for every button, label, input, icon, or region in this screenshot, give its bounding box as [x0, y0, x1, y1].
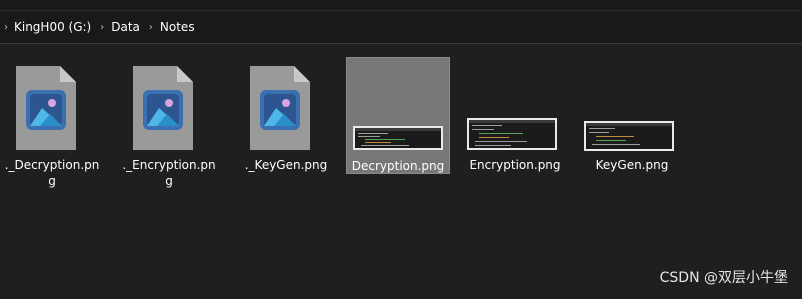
breadcrumb-item-drive[interactable]: KingH00 (G:): [12, 20, 95, 34]
file-item-decryption[interactable]: Decryption.png: [346, 57, 450, 174]
file-name-label: Decryption.png: [347, 158, 449, 174]
file-name-line: g: [48, 174, 56, 188]
file-name-label: ._KeyGen.png: [234, 157, 338, 173]
file-name-label: KeyGen.png: [580, 157, 684, 173]
title-strip: [0, 0, 802, 10]
file-item-keygen[interactable]: KeyGen.png: [580, 57, 684, 174]
image-thumbnail: [584, 121, 674, 151]
chevron-right-icon[interactable]: ›: [95, 22, 109, 33]
file-name-line: Decryption.png: [351, 159, 445, 173]
file-item-keygen-resource[interactable]: ._KeyGen.png: [234, 57, 338, 174]
file-name-line: KeyGen.png: [595, 158, 669, 172]
watermark: CSDN @双层小牛堡: [659, 270, 788, 286]
file-name-line: ._Decryption.pn: [4, 158, 100, 172]
file-name-line: ._Encryption.pn: [122, 158, 216, 172]
image-thumbnail: [353, 126, 443, 150]
file-item-encryption[interactable]: Encryption.png: [463, 57, 567, 174]
image-file-icon: [133, 66, 193, 150]
image-file-icon: [250, 66, 310, 150]
file-name-line: ._KeyGen.png: [244, 158, 328, 172]
breadcrumb: › KingH00 (G:) › Data › Notes: [0, 10, 802, 44]
file-item-decryption-resource[interactable]: ._Decryption.pn g: [0, 57, 104, 188]
file-name-line: Encryption.png: [469, 158, 561, 172]
file-grid: ._Decryption.pn g ._Encryption.pn g ._Ke…: [0, 44, 802, 299]
image-thumbnail: [467, 118, 557, 150]
file-name-label: Encryption.png: [463, 157, 567, 173]
file-name-label: ._Decryption.pn g: [0, 157, 104, 189]
breadcrumb-item-notes[interactable]: Notes: [158, 20, 199, 34]
chevron-right-icon[interactable]: ›: [144, 22, 158, 33]
file-explorer-window: › KingH00 (G:) › Data › Notes ._Decrypti…: [0, 0, 802, 299]
file-name-label: ._Encryption.pn g: [117, 157, 221, 189]
breadcrumb-item-data[interactable]: Data: [109, 20, 144, 34]
chevron-right-icon[interactable]: ›: [0, 22, 12, 33]
image-file-icon: [16, 66, 76, 150]
file-item-encryption-resource[interactable]: ._Encryption.pn g: [117, 57, 221, 188]
file-name-line: g: [165, 174, 173, 188]
